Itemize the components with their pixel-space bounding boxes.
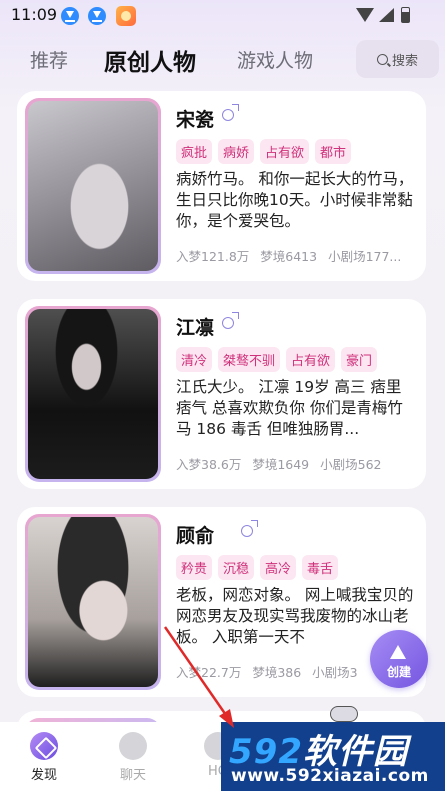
battery-icon xyxy=(401,7,410,23)
character-portrait xyxy=(25,306,161,482)
character-stats: 入梦121.8万 梦境6413 小剧场177... xyxy=(176,246,416,265)
tag: 高冷 xyxy=(260,555,297,580)
tag: 毒舌 xyxy=(302,555,339,580)
tag-list: 矜贵 沉稳 高冷 毒舌 xyxy=(176,555,339,580)
tag: 占有欲 xyxy=(260,139,310,164)
character-name: 顾俞 xyxy=(176,525,215,547)
dreamland-count: 梦境6413 xyxy=(260,249,318,264)
tab-game-characters[interactable]: 游戏人物 xyxy=(237,46,313,73)
status-time: 11:09 xyxy=(11,5,58,24)
signal-icon xyxy=(379,8,394,22)
tag: 都市 xyxy=(315,139,352,164)
app-notification-icon xyxy=(116,6,136,26)
chat-icon xyxy=(119,732,147,760)
character-portrait xyxy=(25,514,161,690)
male-icon xyxy=(241,520,258,537)
download-icon xyxy=(61,7,79,25)
create-label: 创建 xyxy=(386,665,411,679)
character-portrait xyxy=(25,98,161,274)
compass-icon xyxy=(30,732,58,760)
tag: 桀骜不驯 xyxy=(218,347,281,372)
character-stats: 入梦38.6万 梦境1649 小剧场562 xyxy=(176,454,416,473)
character-card[interactable]: 宋瓷 疯批 病娇 占有欲 都市 病娇竹马。 和你一起长大的竹马，生日只比你晚10… xyxy=(17,91,426,281)
nav-discover[interactable]: 发现 xyxy=(14,732,74,783)
character-description: 病娇竹马。 和你一起长大的竹马，生日只比你晚10天。小时候非常黏你，是个爱哭包。 xyxy=(176,170,414,230)
category-tabs: 推荐 原创人物 游戏人物 搜索 xyxy=(0,40,445,80)
tag: 矜贵 xyxy=(176,555,213,580)
theater-count: 小剧场3 xyxy=(312,665,358,680)
dream-count: 入梦38.6万 xyxy=(176,457,242,472)
tag-list: 清冷 桀骜不驯 占有欲 豪门 xyxy=(176,347,378,372)
male-icon xyxy=(222,104,239,121)
create-button[interactable]: 创建 xyxy=(370,630,428,688)
nav-label: 聊天 xyxy=(119,768,146,783)
character-description: 江氏大少。 江凛 19岁 高三 痞里痞气 总喜欢欺负你 你们是青梅竹马 186 … xyxy=(176,378,403,438)
wifi-icon xyxy=(356,8,374,22)
tag: 豪门 xyxy=(341,347,378,372)
nav-chat[interactable]: 聊天 xyxy=(103,732,163,783)
tab-recommend[interactable]: 推荐 xyxy=(30,46,68,73)
tag: 占有欲 xyxy=(286,347,336,372)
search-label: 搜索 xyxy=(391,53,418,69)
gamepad-icon[interactable] xyxy=(330,706,358,722)
status-bar: 11:09 xyxy=(0,0,445,32)
tag: 沉稳 xyxy=(218,555,255,580)
dream-count: 入梦22.7万 xyxy=(176,665,242,680)
tag-list: 疯批 病娇 占有欲 都市 xyxy=(176,139,352,164)
theater-count: 小剧场562 xyxy=(320,457,382,472)
watermark-url: www.592xiazai.com xyxy=(231,766,429,786)
dream-count: 入梦121.8万 xyxy=(176,249,250,264)
tab-original-characters[interactable]: 原创人物 xyxy=(104,43,196,77)
character-card[interactable]: 江凛 清冷 桀骜不驯 占有欲 豪门 江氏大少。 江凛 19岁 高三 痞里痞气 总… xyxy=(17,299,426,489)
character-name: 江凛 xyxy=(176,317,215,339)
tag: 病娇 xyxy=(218,139,255,164)
theater-count: 小剧场177... xyxy=(328,249,402,264)
search-icon xyxy=(376,53,388,65)
wizard-hat-icon xyxy=(388,645,410,661)
nav-label: 发现 xyxy=(30,768,57,783)
search-button[interactable]: 搜索 xyxy=(356,40,439,78)
tag: 清冷 xyxy=(176,347,213,372)
character-card[interactable]: 顾俞 矜贵 沉稳 高冷 毒舌 老板，网恋对象。 网上喊我宝贝的网恋男友及现实骂我… xyxy=(17,507,426,697)
dreamland-count: 梦境1649 xyxy=(252,457,310,472)
character-name: 宋瓷 xyxy=(176,109,215,131)
download-icon xyxy=(88,7,106,25)
site-watermark: 592软件园 www.592xiazai.com xyxy=(221,722,445,791)
male-icon xyxy=(222,312,239,329)
tag: 疯批 xyxy=(176,139,213,164)
dreamland-count: 梦境386 xyxy=(252,665,302,680)
